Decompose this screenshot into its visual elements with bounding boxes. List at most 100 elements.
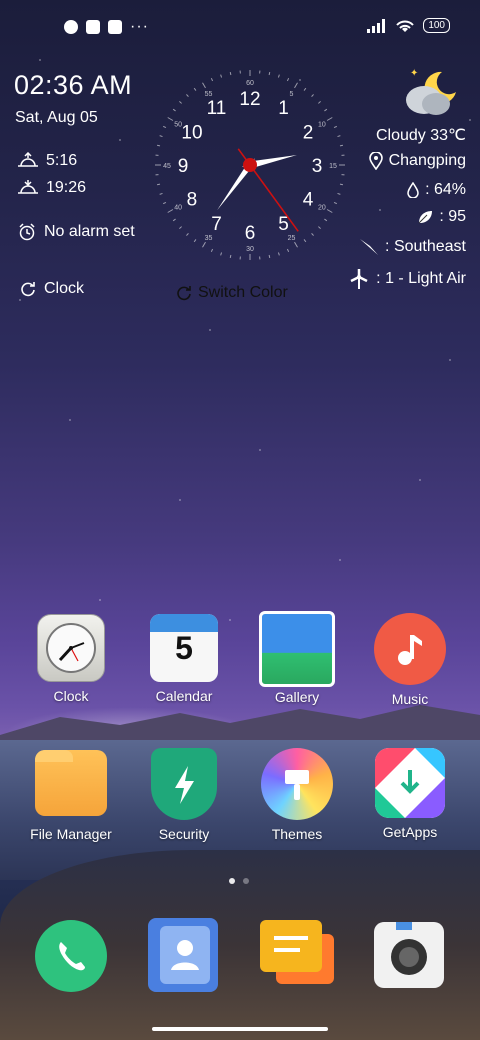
clock-tick [186, 233, 189, 236]
app-calendar[interactable]: 5 Calendar [136, 614, 232, 704]
clock-hour-number: 9 [178, 156, 189, 177]
app-label: Clock [53, 688, 89, 704]
clock-minute-number: 55 [205, 91, 213, 98]
clock-tick [286, 78, 290, 82]
clock-tick [337, 135, 341, 138]
clock-hour-number: 8 [187, 190, 198, 211]
wind-turbine-icon [350, 269, 368, 289]
dock-camera[interactable] [374, 922, 444, 988]
clock-tick [303, 239, 307, 243]
camera-icon [391, 922, 427, 975]
clock-hour-number: 1 [278, 98, 289, 119]
leaf-icon [418, 211, 433, 224]
messaging-icon [260, 920, 334, 984]
dock-phone[interactable] [35, 920, 107, 992]
clock-tick [159, 135, 163, 138]
clock-minute-number: 45 [163, 163, 171, 170]
humidity-value: : 64% [425, 181, 466, 198]
sunrise-icon [18, 152, 38, 167]
clock-tick [277, 252, 280, 256]
digital-time[interactable]: 02:36 AM [14, 70, 132, 101]
weather-condition-label: Cloudy 33℃ [375, 127, 466, 144]
clock-minute-number: 20 [318, 205, 326, 212]
date-label[interactable]: Sat, Aug 05 [15, 109, 98, 127]
clock-tick [333, 125, 337, 129]
wind-level-row: : 1 - Light Air [348, 268, 466, 290]
analog-clock[interactable]: 12 1234567891011 60510152025303540455055 [150, 65, 350, 265]
app-label: Music [391, 691, 429, 707]
clock-tick [172, 108, 176, 112]
signal-icon [367, 18, 386, 33]
dock-contacts[interactable] [148, 918, 218, 992]
status-bar: ··· 100 [0, 12, 480, 40]
clock-hour-number: 6 [245, 223, 256, 244]
clock-tick [179, 226, 182, 229]
clock-tick [193, 87, 197, 91]
app-security[interactable]: Security [136, 748, 232, 842]
app-getapps[interactable]: GetApps [362, 748, 458, 840]
sunrise-time: 5:16 [46, 152, 78, 169]
themes-brush-icon [261, 748, 333, 820]
switch-color-button[interactable]: Switch Color [176, 284, 288, 302]
clock-tick [339, 183, 344, 186]
clock-tick [337, 192, 341, 195]
clock-tick [318, 101, 321, 104]
phone-icon [59, 942, 85, 971]
clock-center-pin [243, 158, 257, 172]
page-dot-active [229, 878, 235, 884]
refresh-icon [21, 282, 35, 297]
app-themes[interactable]: Themes [249, 748, 345, 842]
contacts-icon [160, 926, 210, 984]
clock-minute-number: 40 [174, 205, 182, 212]
calendar-day-number: 5 [175, 630, 193, 666]
clock-tick [202, 241, 206, 248]
alarm-status[interactable]: No alarm set [18, 223, 135, 241]
clock-tick [277, 74, 280, 78]
weather-condition[interactable]: Cloudy 33℃ [376, 125, 466, 145]
clock-tick [210, 248, 214, 252]
clock-tick [324, 218, 328, 222]
clock-tick [202, 82, 206, 89]
app-clock[interactable]: Clock [23, 614, 119, 704]
clock-hour-number: 10 [181, 123, 202, 144]
alarm-clock-icon [19, 223, 35, 241]
clock-tick [326, 117, 333, 121]
dock-messaging[interactable] [260, 920, 334, 992]
more-notifications-icon: ··· [130, 18, 149, 35]
app-gallery[interactable]: Gallery [249, 611, 345, 705]
home-gesture-bar[interactable] [152, 1027, 328, 1031]
cloudy-night-icon[interactable]: ✦ [402, 66, 458, 118]
app-music[interactable]: Music [362, 613, 458, 707]
clock-hour-number: 7 [211, 214, 222, 235]
clock-minute-number: 10 [318, 122, 326, 129]
clock-tick [156, 183, 161, 186]
page-dot [243, 878, 249, 884]
app-file-manager[interactable]: File Manager [23, 750, 119, 842]
clock-minute-number: 25 [288, 235, 296, 242]
clock-tick [179, 101, 182, 104]
clock-hour-number: 3 [312, 156, 323, 177]
clock-tick [294, 82, 298, 89]
clock-tick [163, 201, 167, 205]
wind-direction-value: : Southeast [385, 238, 466, 255]
clock-tick [311, 94, 314, 97]
battery-indicator: 100 [423, 18, 450, 33]
sunset-time: 19:26 [46, 179, 87, 196]
gallery-app-icon [259, 611, 335, 687]
clock-shortcut-label: Clock [44, 280, 85, 297]
wind-direction-row: : Southeast [359, 237, 466, 257]
app-label: GetApps [382, 824, 438, 840]
clock-tick [220, 252, 223, 256]
app-label: Calendar [155, 688, 213, 704]
location-pin-icon [368, 152, 383, 170]
clock-tick [163, 125, 167, 129]
sunset-icon [18, 180, 38, 194]
calendar-app-icon: 5 [150, 614, 218, 682]
system-icons: 100 [367, 18, 450, 33]
clock-hour-number: 12 [239, 89, 260, 110]
clock-tick [159, 192, 163, 195]
clock-minute-number: 5 [290, 91, 294, 98]
alarm-label: No alarm set [44, 223, 135, 240]
weather-location[interactable]: Changping [368, 152, 466, 170]
clock-shortcut[interactable]: Clock [20, 280, 84, 298]
